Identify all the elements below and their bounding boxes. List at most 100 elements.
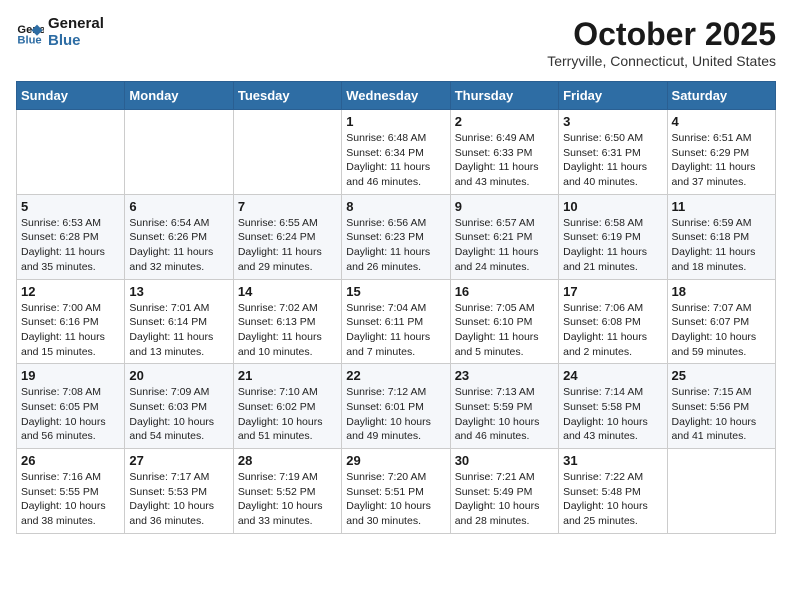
day-info: Sunrise: 6:59 AM Sunset: 6:18 PM Dayligh…: [672, 216, 771, 275]
day-number: 11: [672, 199, 771, 214]
day-info: Sunrise: 7:06 AM Sunset: 6:08 PM Dayligh…: [563, 301, 662, 360]
day-number: 22: [346, 368, 445, 383]
page-header: General Blue General Blue October 2025 T…: [16, 16, 776, 69]
calendar-week-4: 19 Sunrise: 7:08 AM Sunset: 6:05 PM Dayli…: [17, 364, 776, 449]
calendar-cell: 19 Sunrise: 7:08 AM Sunset: 6:05 PM Dayli…: [17, 364, 125, 449]
day-number: 3: [563, 114, 662, 129]
day-number: 18: [672, 284, 771, 299]
calendar-cell: 3 Sunrise: 6:50 AM Sunset: 6:31 PM Daylig…: [559, 110, 667, 195]
day-number: 1: [346, 114, 445, 129]
day-number: 4: [672, 114, 771, 129]
calendar-cell: 18 Sunrise: 7:07 AM Sunset: 6:07 PM Dayli…: [667, 279, 775, 364]
day-number: 15: [346, 284, 445, 299]
day-info: Sunrise: 7:08 AM Sunset: 6:05 PM Dayligh…: [21, 385, 120, 444]
day-number: 10: [563, 199, 662, 214]
day-number: 13: [129, 284, 228, 299]
day-info: Sunrise: 6:53 AM Sunset: 6:28 PM Dayligh…: [21, 216, 120, 275]
calendar-header-row: SundayMondayTuesdayWednesdayThursdayFrid…: [17, 82, 776, 110]
day-info: Sunrise: 7:21 AM Sunset: 5:49 PM Dayligh…: [455, 470, 554, 529]
calendar-cell: [125, 110, 233, 195]
day-info: Sunrise: 7:10 AM Sunset: 6:02 PM Dayligh…: [238, 385, 337, 444]
day-info: Sunrise: 7:20 AM Sunset: 5:51 PM Dayligh…: [346, 470, 445, 529]
calendar-cell: 5 Sunrise: 6:53 AM Sunset: 6:28 PM Daylig…: [17, 194, 125, 279]
day-info: Sunrise: 6:49 AM Sunset: 6:33 PM Dayligh…: [455, 131, 554, 190]
month-title: October 2025: [547, 16, 776, 53]
day-info: Sunrise: 7:22 AM Sunset: 5:48 PM Dayligh…: [563, 470, 662, 529]
day-number: 29: [346, 453, 445, 468]
day-number: 27: [129, 453, 228, 468]
day-info: Sunrise: 7:17 AM Sunset: 5:53 PM Dayligh…: [129, 470, 228, 529]
calendar-cell: 10 Sunrise: 6:58 AM Sunset: 6:19 PM Dayli…: [559, 194, 667, 279]
day-info: Sunrise: 7:01 AM Sunset: 6:14 PM Dayligh…: [129, 301, 228, 360]
day-number: 23: [455, 368, 554, 383]
svg-text:Blue: Blue: [17, 34, 41, 46]
day-header-saturday: Saturday: [667, 82, 775, 110]
day-number: 14: [238, 284, 337, 299]
day-info: Sunrise: 6:56 AM Sunset: 6:23 PM Dayligh…: [346, 216, 445, 275]
day-number: 26: [21, 453, 120, 468]
calendar-cell: 28Sunrise: 7:19 AM Sunset: 5:52 PM Dayli…: [233, 449, 341, 534]
logo-blue: Blue: [48, 33, 104, 50]
day-info: Sunrise: 7:09 AM Sunset: 6:03 PM Dayligh…: [129, 385, 228, 444]
calendar-cell: 8Sunrise: 6:56 AM Sunset: 6:23 PM Daylig…: [342, 194, 450, 279]
calendar-cell: 24 Sunrise: 7:14 AM Sunset: 5:58 PM Dayli…: [559, 364, 667, 449]
day-header-monday: Monday: [125, 82, 233, 110]
calendar-week-2: 5 Sunrise: 6:53 AM Sunset: 6:28 PM Daylig…: [17, 194, 776, 279]
calendar-cell: 21 Sunrise: 7:10 AM Sunset: 6:02 PM Dayli…: [233, 364, 341, 449]
calendar-cell: 11 Sunrise: 6:59 AM Sunset: 6:18 PM Dayli…: [667, 194, 775, 279]
day-info: Sunrise: 7:04 AM Sunset: 6:11 PM Dayligh…: [346, 301, 445, 360]
calendar-week-3: 12 Sunrise: 7:00 AM Sunset: 6:16 PM Dayli…: [17, 279, 776, 364]
day-header-thursday: Thursday: [450, 82, 558, 110]
calendar-cell: 4 Sunrise: 6:51 AM Sunset: 6:29 PM Daylig…: [667, 110, 775, 195]
day-number: 30: [455, 453, 554, 468]
calendar-cell: 26Sunrise: 7:16 AM Sunset: 5:55 PM Dayli…: [17, 449, 125, 534]
calendar-cell: 20 Sunrise: 7:09 AM Sunset: 6:03 PM Dayli…: [125, 364, 233, 449]
day-info: Sunrise: 7:07 AM Sunset: 6:07 PM Dayligh…: [672, 301, 771, 360]
calendar-cell: 27 Sunrise: 7:17 AM Sunset: 5:53 PM Dayli…: [125, 449, 233, 534]
day-header-tuesday: Tuesday: [233, 82, 341, 110]
calendar-cell: 16 Sunrise: 7:05 AM Sunset: 6:10 PM Dayli…: [450, 279, 558, 364]
logo: General Blue General Blue: [16, 16, 104, 49]
day-number: 31: [563, 453, 662, 468]
calendar-week-5: 26Sunrise: 7:16 AM Sunset: 5:55 PM Dayli…: [17, 449, 776, 534]
calendar-cell: 2Sunrise: 6:49 AM Sunset: 6:33 PM Daylig…: [450, 110, 558, 195]
day-info: Sunrise: 6:54 AM Sunset: 6:26 PM Dayligh…: [129, 216, 228, 275]
day-info: Sunrise: 7:00 AM Sunset: 6:16 PM Dayligh…: [21, 301, 120, 360]
day-info: Sunrise: 7:12 AM Sunset: 6:01 PM Dayligh…: [346, 385, 445, 444]
calendar-cell: 1 Sunrise: 6:48 AM Sunset: 6:34 PM Daylig…: [342, 110, 450, 195]
logo-general: General: [48, 16, 104, 33]
day-info: Sunrise: 6:51 AM Sunset: 6:29 PM Dayligh…: [672, 131, 771, 190]
day-header-sunday: Sunday: [17, 82, 125, 110]
calendar-cell: 23Sunrise: 7:13 AM Sunset: 5:59 PM Dayli…: [450, 364, 558, 449]
calendar-cell: 31 Sunrise: 7:22 AM Sunset: 5:48 PM Dayli…: [559, 449, 667, 534]
day-number: 12: [21, 284, 120, 299]
day-number: 20: [129, 368, 228, 383]
day-info: Sunrise: 6:58 AM Sunset: 6:19 PM Dayligh…: [563, 216, 662, 275]
day-number: 17: [563, 284, 662, 299]
day-number: 19: [21, 368, 120, 383]
day-header-friday: Friday: [559, 82, 667, 110]
day-info: Sunrise: 7:14 AM Sunset: 5:58 PM Dayligh…: [563, 385, 662, 444]
day-info: Sunrise: 6:48 AM Sunset: 6:34 PM Dayligh…: [346, 131, 445, 190]
calendar-cell: 7Sunrise: 6:55 AM Sunset: 6:24 PM Daylig…: [233, 194, 341, 279]
day-number: 16: [455, 284, 554, 299]
calendar-cell: 13 Sunrise: 7:01 AM Sunset: 6:14 PM Dayli…: [125, 279, 233, 364]
day-info: Sunrise: 6:57 AM Sunset: 6:21 PM Dayligh…: [455, 216, 554, 275]
day-number: 6: [129, 199, 228, 214]
day-info: Sunrise: 7:02 AM Sunset: 6:13 PM Dayligh…: [238, 301, 337, 360]
day-info: Sunrise: 7:19 AM Sunset: 5:52 PM Dayligh…: [238, 470, 337, 529]
day-info: Sunrise: 7:05 AM Sunset: 6:10 PM Dayligh…: [455, 301, 554, 360]
day-number: 24: [563, 368, 662, 383]
day-number: 5: [21, 199, 120, 214]
day-number: 25: [672, 368, 771, 383]
day-info: Sunrise: 7:15 AM Sunset: 5:56 PM Dayligh…: [672, 385, 771, 444]
calendar: SundayMondayTuesdayWednesdayThursdayFrid…: [16, 81, 776, 534]
day-number: 7: [238, 199, 337, 214]
day-number: 21: [238, 368, 337, 383]
title-block: October 2025 Terryville, Connecticut, Un…: [547, 16, 776, 69]
calendar-cell: 30 Sunrise: 7:21 AM Sunset: 5:49 PM Dayli…: [450, 449, 558, 534]
day-number: 9: [455, 199, 554, 214]
day-info: Sunrise: 6:50 AM Sunset: 6:31 PM Dayligh…: [563, 131, 662, 190]
calendar-cell: [667, 449, 775, 534]
calendar-cell: 15 Sunrise: 7:04 AM Sunset: 6:11 PM Dayli…: [342, 279, 450, 364]
